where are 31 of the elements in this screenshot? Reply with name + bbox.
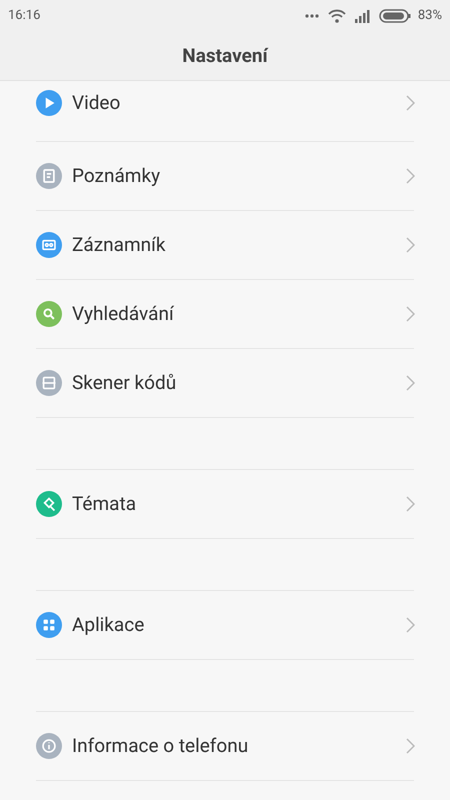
settings-item[interactable]: Informace o telefonu [36, 712, 414, 781]
status-time: 16:16 [8, 7, 40, 26]
battery-icon [378, 9, 411, 23]
settings-item[interactable]: Video [36, 81, 414, 142]
item-label: Aplikace [72, 612, 146, 638]
chevron-icon [406, 168, 415, 184]
chevron-icon [406, 738, 415, 754]
chevron-icon [406, 375, 415, 391]
settings-item[interactable]: Poznámky [36, 142, 414, 211]
battery-percent: 83% [418, 7, 442, 26]
item-label: Informace o telefonu [72, 732, 250, 759]
settings-item[interactable]: Záznamník [36, 211, 414, 280]
item-label: Záznamník [72, 232, 166, 258]
item-label: Poznámky [72, 162, 162, 189]
item-label: Vyhledávání [72, 300, 175, 327]
chevron-icon [406, 306, 415, 322]
chevron-icon [406, 496, 415, 512]
item-label: Témata [72, 490, 138, 517]
chevron-icon [406, 237, 415, 253]
settings-item[interactable]: Skener kódů [36, 349, 414, 418]
signal-icon [354, 9, 372, 23]
wifi-icon [326, 8, 347, 24]
item-label: Video [72, 90, 122, 116]
chevron-icon [406, 95, 415, 111]
page-title: Nastavení [182, 42, 268, 69]
more-icon [304, 13, 320, 19]
settings-item[interactable]: Aplikace [36, 591, 414, 660]
item-label: Skener kódů [72, 370, 178, 396]
settings-item[interactable]: Témata [36, 470, 414, 539]
settings-item[interactable]: Vyhledávání [36, 280, 414, 349]
chevron-icon [406, 617, 415, 633]
